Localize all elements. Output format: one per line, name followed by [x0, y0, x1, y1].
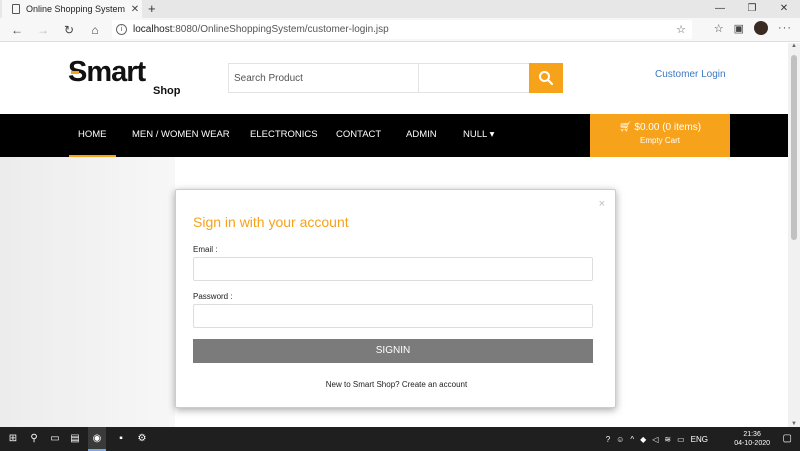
- edge-taskbar-icon[interactable]: ◉: [88, 427, 106, 451]
- volume-icon[interactable]: ◁: [652, 435, 658, 444]
- maximize-button[interactable]: ❐: [736, 0, 768, 18]
- nav-user-dropdown[interactable]: NULL ▾: [463, 114, 494, 157]
- logo-subtitle: Shop: [153, 85, 181, 97]
- more-menu-icon[interactable]: ···: [778, 22, 792, 34]
- search-input[interactable]: [229, 64, 419, 92]
- battery-icon[interactable]: ▭: [677, 435, 685, 444]
- home-icon[interactable]: ⌂: [86, 21, 104, 39]
- notifications-icon[interactable]: ▢: [783, 433, 792, 444]
- favorites-icon[interactable]: ☆: [714, 22, 724, 35]
- help-icon[interactable]: ?: [606, 435, 610, 444]
- nav-admin[interactable]: ADMIN: [406, 114, 437, 157]
- password-label: Password :: [193, 292, 233, 301]
- nav-men-women-wear[interactable]: MEN / WOMEN WEAR: [132, 114, 230, 157]
- clock-date: 04-10-2020: [734, 440, 770, 447]
- toolbar-icons: ☆ ▣ ···: [714, 21, 792, 35]
- background-image: [0, 157, 175, 427]
- back-arrow-icon[interactable]: ←: [8, 21, 26, 39]
- search-button[interactable]: [529, 63, 563, 93]
- taskbar-clock[interactable]: 21:36 04-10-2020: [734, 430, 770, 448]
- create-account-link[interactable]: New to Smart Shop? Create an account: [176, 380, 617, 389]
- windows-taskbar: ⊞ ⚲ ▭ ▤ ◉ ▪ ⚙ ? ☺ ^ ◆ ◁ ≋ ▭ ENG 21:36 04…: [0, 427, 800, 451]
- forward-arrow-icon[interactable]: →: [34, 21, 52, 39]
- browser-tab[interactable]: Online Shopping System ✕: [2, 0, 142, 18]
- tab-title: Online Shopping System: [26, 4, 126, 14]
- cart-status: Empty Cart: [639, 136, 680, 145]
- explorer-icon[interactable]: ▤: [68, 427, 82, 451]
- close-window-button[interactable]: ✕: [768, 0, 800, 18]
- favorite-star-icon[interactable]: ☆: [676, 23, 686, 36]
- task-view-icon[interactable]: ▭: [48, 427, 62, 451]
- collections-icon[interactable]: ▣: [734, 22, 744, 35]
- email-label: Email :: [193, 245, 218, 254]
- terminal-taskbar-icon[interactable]: ▪: [112, 427, 130, 451]
- modal-title: Sign in with your account: [193, 214, 349, 230]
- settings-taskbar-icon[interactable]: ⚙: [134, 427, 150, 451]
- nav-electronics[interactable]: ELECTRONICS: [250, 114, 318, 157]
- scrollbar-thumb[interactable]: [791, 55, 797, 240]
- signin-modal: × Sign in with your account Email : Pass…: [175, 189, 616, 408]
- nav-contact[interactable]: CONTACT: [336, 114, 381, 157]
- signin-button[interactable]: SIGNIN: [193, 339, 593, 363]
- web-page: Smart Shop Customer Login HOME MEN / WOM…: [0, 43, 788, 427]
- url-text: localhost:8080/OnlineShoppingSystem/cust…: [133, 24, 389, 35]
- windows-start-icon[interactable]: ⊞: [6, 427, 20, 451]
- page-scrollbar[interactable]: ▲ ▼: [788, 43, 800, 427]
- address-bar[interactable]: i localhost:8080/OnlineShoppingSystem/cu…: [112, 20, 692, 39]
- page-icon: [12, 4, 20, 14]
- browser-tab-bar: Online Shopping System ✕ + — ❐ ✕: [0, 0, 800, 18]
- show-hidden-icons[interactable]: ^: [630, 435, 634, 444]
- logo-wordmark: Smart: [68, 56, 146, 88]
- scroll-up-icon[interactable]: ▲: [791, 43, 797, 49]
- cart-widget[interactable]: 🛒︎ $0.00 (0 items) Empty Cart: [590, 114, 730, 157]
- clock-time: 21:36: [743, 431, 761, 438]
- profile-avatar[interactable]: [754, 21, 768, 35]
- search-icon: [539, 71, 554, 86]
- people-icon[interactable]: ☺: [616, 435, 624, 444]
- search-taskbar-icon[interactable]: ⚲: [27, 427, 41, 451]
- tab-close-icon[interactable]: ✕: [128, 4, 142, 15]
- minimize-button[interactable]: —: [704, 0, 736, 18]
- cart-total: 🛒︎ $0.00 (0 items): [618, 122, 702, 133]
- dropbox-icon[interactable]: ◆: [640, 435, 646, 444]
- browser-toolbar: ← → ↻ ⌂ i localhost:8080/OnlineShoppingS…: [0, 18, 800, 42]
- new-tab-button[interactable]: +: [148, 1, 156, 16]
- search-bar: [228, 63, 563, 93]
- cart-icon: 🛒︎: [618, 122, 632, 133]
- site-info-icon[interactable]: i: [116, 24, 127, 35]
- site-logo[interactable]: Smart Shop: [68, 56, 181, 97]
- system-tray: ? ☺ ^ ◆ ◁ ≋ ▭ ENG: [606, 427, 708, 451]
- search-category-area[interactable]: [419, 64, 529, 92]
- wifi-icon[interactable]: ≋: [664, 435, 671, 444]
- refresh-icon[interactable]: ↻: [60, 21, 78, 39]
- customer-login-link[interactable]: Customer Login: [655, 69, 726, 80]
- window-controls: — ❐ ✕: [704, 0, 800, 18]
- main-nav: HOME MEN / WOMEN WEAR ELECTRONICS CONTAC…: [0, 114, 788, 157]
- modal-close-icon[interactable]: ×: [599, 198, 605, 210]
- screen: Online Shopping System ✕ + — ❐ ✕ ← → ↻ ⌂…: [0, 0, 800, 451]
- password-field[interactable]: [193, 304, 593, 328]
- nav-home[interactable]: HOME: [69, 114, 116, 157]
- email-field[interactable]: [193, 257, 593, 281]
- language-indicator[interactable]: ENG: [691, 435, 708, 444]
